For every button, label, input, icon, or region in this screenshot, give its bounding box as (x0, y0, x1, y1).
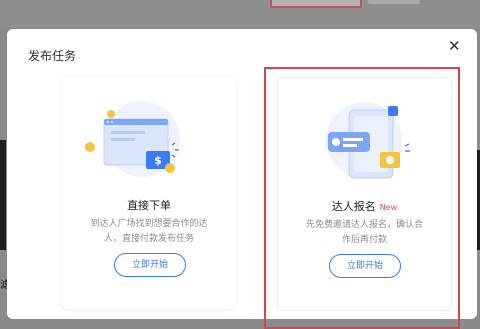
start-direct-order-button[interactable]: 立即开始 (114, 253, 186, 277)
new-badge: New (379, 203, 398, 212)
background-button (368, 0, 420, 4)
modal-title: 发布任务 (28, 49, 77, 63)
background-dark-panel-left (0, 140, 6, 250)
option-description: 先免费邀请达人报名，确认合作后再付款 (305, 220, 423, 245)
close-icon[interactable]: ✕ (448, 38, 461, 54)
background-button-highlighted (270, 0, 362, 8)
option-title: 达人报名 New (331, 200, 398, 213)
option-card-direct-order[interactable]: $ 直接下单 到达人广场找到想要合作的达人，直接付款发布任务 立即开始 (62, 77, 236, 309)
browser-payment-illustration: $ (85, 101, 180, 177)
option-description: 到达人广场找到想要合作的达人，直接付款发布任务 (90, 219, 208, 244)
start-creator-signup-button[interactable]: 立即开始 (329, 254, 401, 278)
publish-task-modal: 发布任务 ✕ $ 直接下单 到达人广场找到想要合作的达人，直接付款发布任务 立即… (7, 29, 477, 329)
background-page-header (0, 0, 480, 28)
phone-invite-illustration (326, 102, 410, 179)
option-card-creator-signup[interactable]: 达人报名 New 先免费邀请达人报名，确认合作后再付款 立即开始 (277, 77, 452, 311)
option-title: 直接下单 (127, 199, 171, 212)
svg-text:$: $ (154, 154, 162, 167)
